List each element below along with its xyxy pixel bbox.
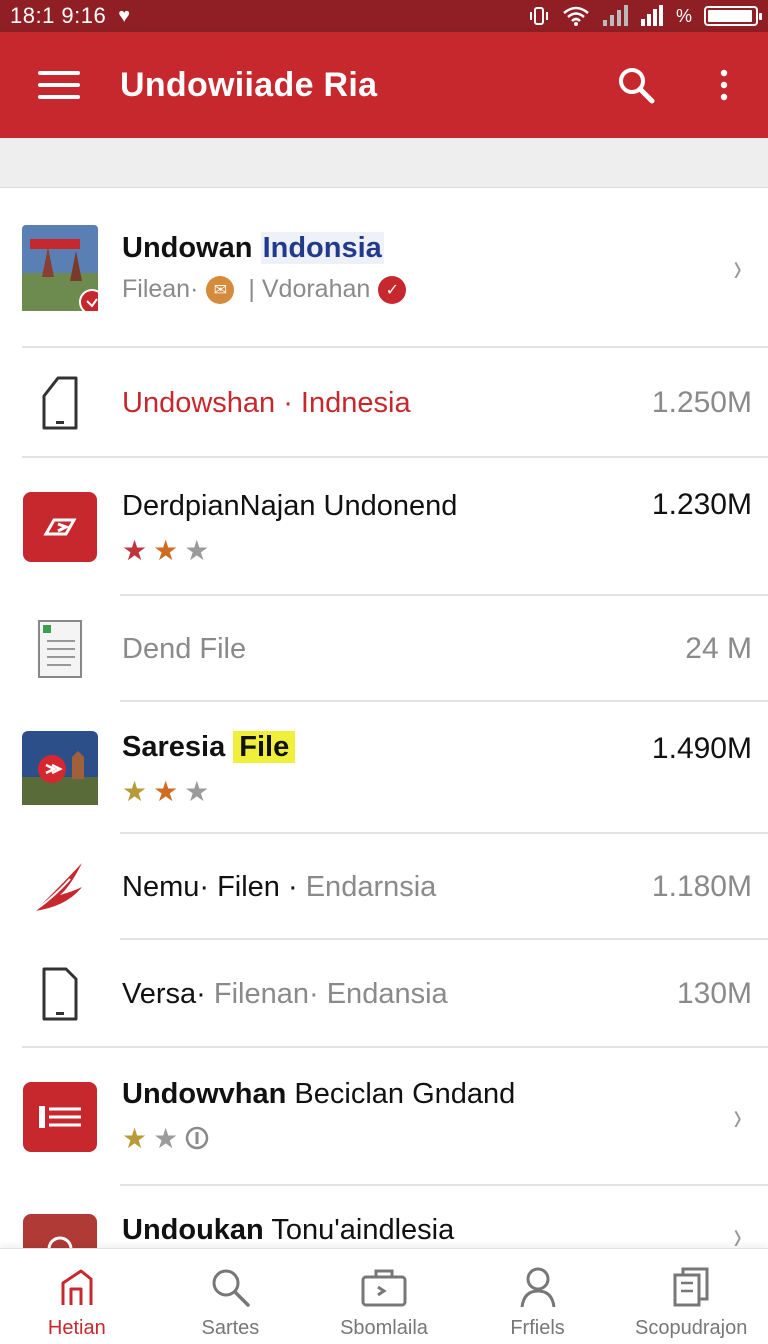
briefcase-icon	[361, 1269, 407, 1307]
item-title-rest: Tonu'aindlesia	[271, 1214, 455, 1246]
check-badge-icon: ✓	[378, 275, 407, 304]
download-list: Undowan Indonsia Filean· ✉ | Vdorahan ✓ …	[0, 188, 768, 1266]
star-icon: ★	[122, 1123, 148, 1154]
status-time: 18:1 9:16	[10, 3, 107, 28]
list-item[interactable]: Undowan Indonsia Filean· ✉ | Vdorahan ✓ …	[0, 188, 768, 348]
item-title-muted: Filenan· Endansia	[213, 977, 448, 1010]
toolbar-shadow-band	[0, 138, 768, 188]
item-subtitle: Filean·	[122, 275, 199, 303]
phone-outline-icon	[22, 952, 98, 1036]
list-item[interactable]: Nemu· Filen · Endarnsia 1.180M	[0, 834, 768, 940]
search-icon[interactable]	[616, 65, 656, 105]
bottom-nav: Hetian Sartes Sbomlaila Frfiels Scopudra…	[0, 1248, 768, 1344]
star-icon: ★	[122, 534, 148, 566]
nav-briefcase[interactable]: Sbomlaila	[307, 1249, 461, 1344]
nav-label: Sbomlaila	[340, 1317, 428, 1339]
rating-stars: ★ ★ ★	[122, 775, 652, 807]
vibrate-icon	[529, 7, 548, 25]
star-icon: ★	[184, 534, 210, 566]
star-icon: ★	[184, 775, 210, 807]
item-size: 1.250M	[651, 386, 752, 419]
item-size: 24 M	[685, 632, 752, 665]
more-vert-icon[interactable]	[704, 65, 744, 105]
heart-icon: ♥	[118, 4, 131, 27]
star-icon: ★	[153, 1123, 179, 1154]
item-title-muted: Endarnsia	[305, 870, 437, 903]
star-icon: ★	[153, 534, 179, 566]
nav-label: Sartes	[201, 1317, 260, 1339]
item-title: Dend File	[122, 632, 247, 665]
battery-icon	[704, 6, 762, 26]
item-title-bold: Saresia	[122, 730, 226, 763]
nav-profile[interactable]: Frfiels	[461, 1249, 615, 1344]
app-list-icon	[22, 1075, 98, 1159]
item-subtitle-2: | Vdorahan	[248, 275, 371, 303]
item-size: 1.490M	[651, 732, 752, 765]
chevron-right-icon[interactable]: ›	[733, 246, 741, 291]
landmark-thumbnail	[22, 225, 98, 311]
profile-icon	[520, 1267, 556, 1308]
item-title-highlight: File	[233, 730, 296, 763]
nav-home[interactable]: Hetian	[0, 1249, 154, 1344]
item-title-rest: Beciclan Gndand	[294, 1078, 516, 1110]
signal-icon-1	[602, 5, 628, 26]
wifi-icon	[563, 6, 589, 26]
home-icon	[61, 1269, 93, 1305]
list-item[interactable]: Dend File 24 M	[0, 596, 768, 702]
status-icons: %	[528, 5, 762, 27]
nav-label: Hetian	[47, 1317, 106, 1339]
signal-icon-2	[640, 5, 663, 26]
list-item[interactable]: Undowvhan Beciclan Gndand ★ ★ ›	[0, 1048, 768, 1186]
status-bar: 18:1 9:16 ♥ %	[0, 0, 768, 32]
list-item[interactable]: Undowshan · Indnesia 1.250M	[0, 348, 768, 458]
item-title: Undowshan · Indnesia	[122, 386, 411, 419]
rating-stars: ★ ★ ★	[122, 534, 652, 566]
list-item[interactable]: Versa· Filenan· Endansia 130M	[0, 940, 768, 1048]
item-size: 1.180M	[651, 870, 752, 903]
signal-percent: %	[675, 5, 692, 26]
mail-badge-icon: ✉	[206, 275, 235, 304]
star-icon: ★	[153, 775, 179, 807]
item-title-bold: Undowvhan	[122, 1078, 287, 1110]
document-icon	[22, 607, 98, 691]
item-title: Nemu· Filen ·	[122, 870, 298, 903]
search-icon	[212, 1269, 251, 1307]
item-title-bold: Undoukan	[122, 1214, 264, 1246]
app-play-icon	[22, 485, 98, 569]
feather-icon	[22, 845, 98, 929]
rating-stars: ★ ★	[122, 1125, 731, 1156]
info-circle-icon	[184, 1125, 210, 1156]
nav-search[interactable]: Sartes	[154, 1249, 308, 1344]
item-title: DerdpianNajan Undonend	[122, 489, 458, 522]
item-size: 130M	[676, 977, 752, 1010]
star-icon: ★	[122, 775, 148, 807]
app-title: Undowiiade Ria	[120, 65, 378, 104]
phone-outline-icon	[22, 361, 98, 445]
menu-icon[interactable]	[38, 71, 80, 99]
item-title-bold: Undowan	[122, 232, 253, 264]
item-size: 1.230M	[651, 488, 752, 521]
files-icon	[673, 1267, 709, 1307]
nav-label: Scopudrajon	[635, 1317, 748, 1339]
nav-label: Frfiels	[510, 1317, 565, 1339]
castle-thumbnail	[22, 726, 98, 810]
item-title-highlight: Indonsia	[260, 232, 384, 264]
chevron-right-icon[interactable]: ›	[733, 1095, 741, 1140]
list-item[interactable]: DerdpianNajan Undonend ★ ★ ★ 1.230M	[0, 458, 768, 596]
list-item[interactable]: Saresia File ★ ★ ★ 1.490M	[0, 702, 768, 834]
app-bar: Undowiiade Ria	[0, 32, 768, 138]
item-title: Versa·	[122, 977, 206, 1010]
nav-files[interactable]: Scopudrajon	[614, 1249, 768, 1344]
